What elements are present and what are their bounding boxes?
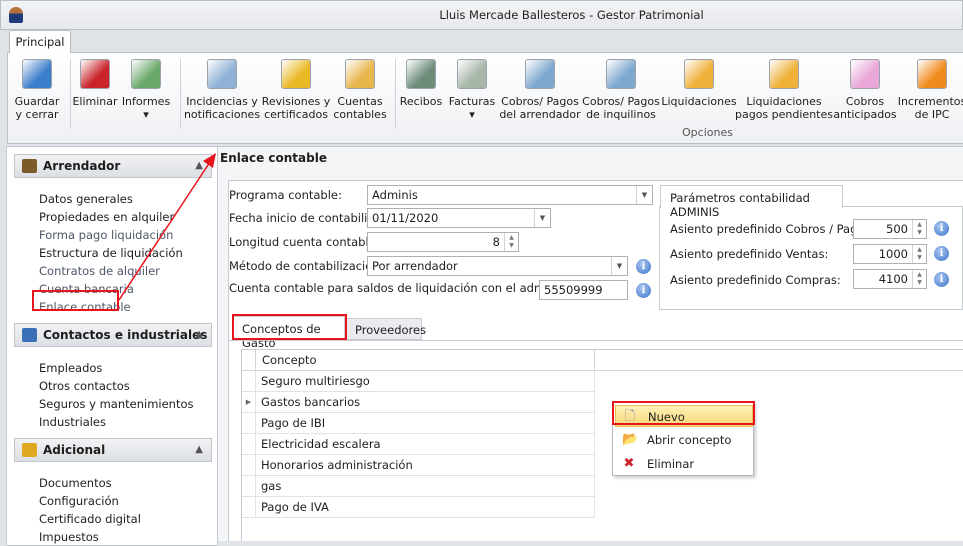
annotation-arrow (118, 153, 216, 301)
